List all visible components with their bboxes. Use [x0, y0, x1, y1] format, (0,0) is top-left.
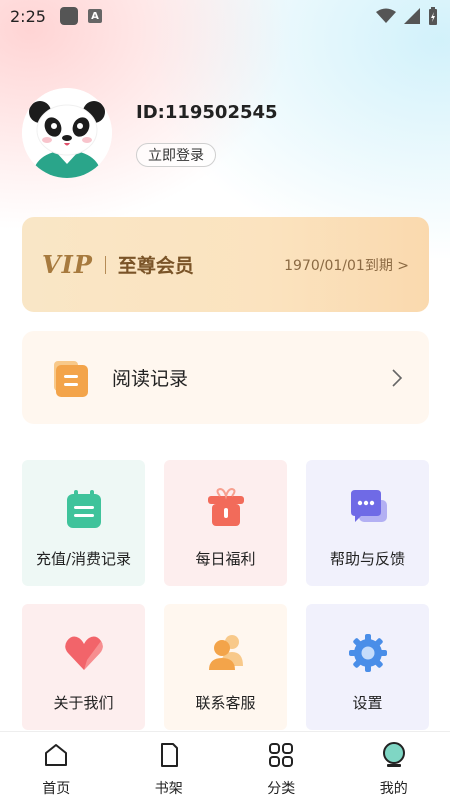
- folder-document-icon: [54, 360, 88, 397]
- battery-icon: [429, 7, 437, 25]
- nav-label: 首页: [42, 781, 71, 797]
- about-us-tile[interactable]: 关于我们: [22, 604, 145, 730]
- vip-card[interactable]: VIP 至尊会员 1970/01/01到期 >: [22, 217, 429, 312]
- avatar[interactable]: [22, 88, 112, 178]
- contact-service-tile[interactable]: 联系客服: [164, 604, 287, 730]
- home-icon: [45, 744, 68, 766]
- vip-expire-date: 1970/01/01到期 >: [284, 257, 409, 274]
- gear-icon: [348, 634, 387, 672]
- chevron-right-icon: [392, 368, 403, 387]
- tile-label: 设置: [352, 694, 383, 712]
- reading-record-label: 阅读记录: [112, 368, 189, 390]
- tile-label: 帮助与反馈: [329, 550, 405, 568]
- tile-label: 充值/消费记录: [35, 550, 132, 568]
- vip-title: 至尊会员: [117, 255, 194, 277]
- profile-globe-icon: [382, 742, 405, 767]
- user-id: ID:119502545: [136, 102, 278, 123]
- a-notification-icon: A: [87, 9, 102, 23]
- nav-label: 分类: [267, 781, 296, 797]
- chat-bubble-icon: [350, 490, 387, 522]
- tile-label: 联系客服: [195, 694, 256, 712]
- tile-label: 关于我们: [53, 694, 114, 712]
- nav-item-home[interactable]: 首页: [0, 732, 113, 800]
- status-time: 2:25: [10, 6, 46, 26]
- gift-icon: [207, 488, 244, 526]
- bottom-nav: 首页 书架 分类 我的: [0, 731, 450, 800]
- tile-label: 每日福利: [195, 550, 256, 568]
- reading-record-card[interactable]: 阅读记录: [22, 331, 429, 424]
- nav-label: 我的: [379, 781, 408, 797]
- nav-label: 书架: [154, 781, 183, 797]
- help-feedback-tile[interactable]: 帮助与反馈: [306, 460, 429, 586]
- vip-divider: [104, 255, 106, 274]
- heart-icon: [64, 636, 103, 670]
- category-grid-icon: [269, 743, 294, 767]
- recharge-records-tile[interactable]: 充值/消费记录: [22, 460, 145, 586]
- daily-welfare-tile[interactable]: 每日福利: [164, 460, 287, 586]
- nav-item-mine[interactable]: 我的: [338, 732, 450, 800]
- wifi-icon: [376, 8, 396, 23]
- receipt-icon: [66, 490, 101, 528]
- login-button[interactable]: 立即登录: [136, 143, 216, 167]
- signal-icon: [404, 8, 420, 24]
- panda-avatar-icon: [22, 88, 112, 178]
- people-icon: [208, 635, 243, 670]
- vip-logo: VIP: [42, 250, 93, 279]
- nav-item-category[interactable]: 分类: [225, 732, 338, 800]
- status-bar: 2:25 A: [0, 0, 450, 32]
- nav-item-bookshelf[interactable]: 书架: [113, 732, 226, 800]
- bookshelf-icon: [160, 743, 178, 767]
- notification-square-icon: [59, 7, 78, 25]
- settings-tile[interactable]: 设置: [306, 604, 429, 730]
